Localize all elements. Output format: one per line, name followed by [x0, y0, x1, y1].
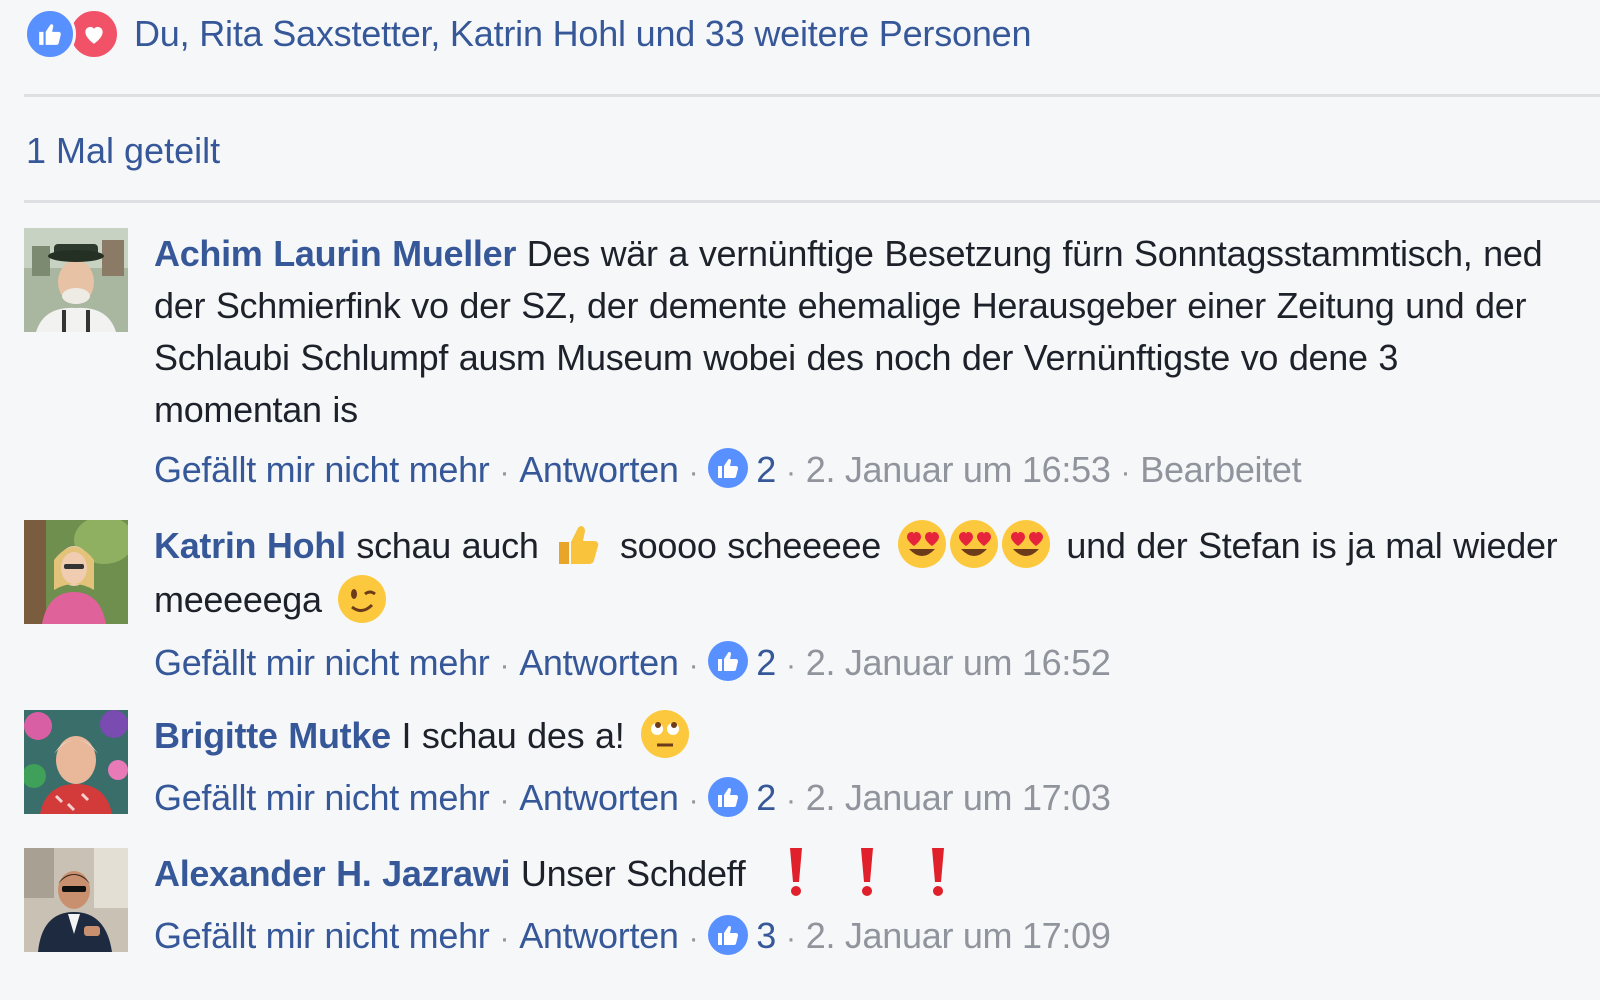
like-badge-icon [708, 776, 749, 817]
comment-timestamp[interactable]: 2. Januar um 17:03 [806, 777, 1111, 818]
exclamation-emoji-icon [841, 846, 893, 898]
unlike-link[interactable]: Gefällt mir nicht mehr [154, 642, 490, 683]
comment-message: I schau des a! [401, 715, 625, 756]
like-count: 2 [756, 777, 777, 819]
comment-actions: Gefällt mir nicht mehr · Antworten · 2 · 2. Ja… [154, 772, 1570, 827]
comment-text: Achim Laurin Mueller Des wär a vernünfti… [154, 228, 1570, 436]
separator: · [688, 456, 699, 489]
reply-link[interactable]: Antworten [519, 777, 679, 818]
comment-text: Alexander H. Jazrawi Unser Schdeff [154, 848, 1570, 902]
heart-eyes-emoji-icon [1000, 518, 1052, 570]
separator: · [499, 456, 510, 489]
like-count: 2 [756, 641, 777, 683]
like-count-button[interactable]: 2 [708, 641, 777, 683]
comment-message: Unser Schdeff [520, 853, 746, 894]
heart-eyes-emoji-icon [896, 518, 948, 570]
comment-message-part: schau auch [356, 525, 539, 566]
reactions-text[interactable]: Du, Rita Saxstetter, Katrin Hohl und 33 … [134, 13, 1031, 55]
unlike-link[interactable]: Gefällt mir nicht mehr [154, 777, 490, 818]
avatar[interactable] [24, 520, 128, 624]
separator: · [688, 922, 699, 956]
comment-text: Katrin Hohl schau auch soooo scheeeee un… [154, 520, 1570, 629]
like-badge-icon [708, 914, 749, 955]
shares-count[interactable]: 1 Mal geteilt [26, 130, 220, 172]
separator: · [1120, 456, 1131, 489]
like-badge-icon [708, 448, 749, 489]
separator: · [786, 784, 796, 818]
comment-author[interactable]: Brigitte Mutke [154, 715, 391, 756]
unlike-link[interactable]: Gefällt mir nicht mehr [154, 915, 490, 956]
like-icon [24, 8, 76, 60]
comment-timestamp[interactable]: 2. Januar um 17:09 [806, 915, 1111, 956]
eye-roll-emoji-icon [639, 708, 691, 760]
wink-emoji-icon [336, 573, 388, 625]
comment-author[interactable]: Achim Laurin Mueller [154, 233, 516, 274]
like-count: 2 [756, 449, 777, 490]
unlike-link[interactable]: Gefällt mir nicht mehr [154, 449, 490, 490]
reply-link[interactable]: Antworten [519, 915, 679, 956]
like-count: 3 [756, 915, 777, 957]
avatar[interactable] [24, 228, 128, 332]
exclamation-emoji-icon [770, 846, 822, 898]
separator: · [688, 784, 699, 818]
comment-author[interactable]: Alexander H. Jazrawi [154, 853, 510, 894]
separator: · [786, 648, 796, 682]
separator: · [499, 648, 510, 682]
like-count-button[interactable]: 2 [708, 448, 777, 490]
reply-link[interactable]: Antworten [519, 642, 679, 683]
reply-link[interactable]: Antworten [519, 449, 679, 490]
separator: · [786, 456, 796, 489]
comment-timestamp[interactable]: 2. Januar um 16:53 [806, 449, 1111, 490]
like-badge-icon [708, 641, 749, 682]
comment-actions: Gefällt mir nicht mehr · Antworten · 2 · 2. Ja… [154, 444, 1570, 499]
avatar[interactable] [24, 710, 128, 814]
edited-label[interactable]: Bearbeitet [1140, 449, 1301, 490]
comment-author[interactable]: Katrin Hohl [154, 525, 346, 566]
separator: · [499, 784, 510, 818]
divider [24, 94, 1600, 97]
exclamation-emoji-icon [912, 846, 964, 898]
reactions-summary[interactable]: Du, Rita Saxstetter, Katrin Hohl und 33 … [24, 8, 1031, 60]
comment-actions: Gefällt mir nicht mehr · Antworten · 3 · 2. Ja… [154, 910, 1570, 965]
like-count-button[interactable]: 3 [708, 914, 777, 957]
separator: · [786, 922, 796, 956]
comment-message-part: soooo scheeeee [619, 525, 881, 566]
comment-timestamp[interactable]: 2. Januar um 16:52 [806, 642, 1111, 683]
comment-actions: Gefällt mir nicht mehr · Antworten · 2 · 2. Ja… [154, 637, 1570, 692]
separator: · [499, 922, 510, 956]
thumbs-up-emoji-icon [553, 518, 605, 570]
separator: · [688, 648, 699, 682]
comment-text: Brigitte Mutke I schau des a! [154, 710, 1570, 764]
heart-eyes-emoji-icon [948, 518, 1000, 570]
divider [24, 200, 1600, 203]
avatar[interactable] [24, 848, 128, 952]
like-count-button[interactable]: 2 [708, 776, 777, 819]
